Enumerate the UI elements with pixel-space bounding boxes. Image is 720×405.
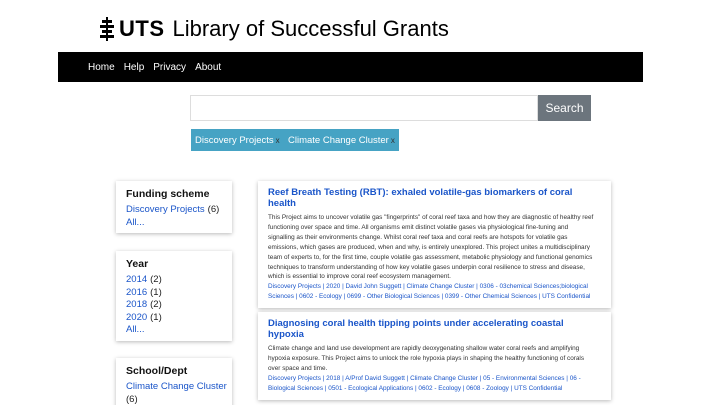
facet-all-link[interactable]: All... [126, 324, 144, 335]
facet-count: (1) [150, 286, 162, 298]
description-line: which is essential to improve coral reef… [268, 273, 451, 281]
result-card: Reef Breath Testing (RBT): exhaled volat… [258, 181, 611, 309]
facet-title: School/Dept [126, 365, 188, 377]
facet-count: (6) [207, 204, 220, 215]
tag-line[interactable]: Discovery Projects | 2020 | David John S… [268, 282, 601, 292]
remove-filter-icon[interactable]: x [276, 136, 280, 145]
description-line: team of experts to, for the first time, … [268, 253, 593, 261]
facet-link[interactable]: 2018 [126, 299, 147, 310]
description-line: functioning over space and time. All org… [268, 223, 569, 231]
facet-item: 2016 (1) [126, 287, 222, 300]
result-tags[interactable]: Discovery Projects | 2020 | David John S… [268, 282, 601, 302]
tag-line[interactable]: Discovery Projects | 2018 | A/Prof David… [268, 374, 601, 384]
tag-line[interactable]: Sciences | 0602 - Ecology | 0699 - Other… [268, 292, 601, 302]
tag-line[interactable]: Biological Sciences | 0501 - Ecological … [268, 384, 601, 394]
facet-link[interactable]: 2016 [126, 287, 147, 298]
facet-item: 2014 (2) [126, 274, 222, 287]
description-line: signalling as their environments change.… [268, 233, 568, 241]
filter-tag-climate-change-cluster[interactable]: Climate Change Cluster x [284, 129, 399, 151]
result-description: This Project aims to uncover volatile ga… [268, 213, 601, 282]
description-line: emissions, which gases are produced, whe… [268, 243, 590, 251]
nav-about[interactable]: About [195, 62, 221, 73]
facet-count: (2) [150, 299, 162, 310]
uts-logo-icon [100, 17, 114, 41]
facet-school-dept: School/Dept Climate Change Cluster (6) [116, 358, 232, 405]
facet-item: 2020 (1) [126, 312, 222, 325]
result-title[interactable]: Diagnosing coral health tipping points u… [268, 318, 601, 340]
facet-all-link[interactable]: All... [126, 217, 144, 228]
result-tags[interactable]: Discovery Projects | 2018 | A/Prof David… [268, 374, 601, 394]
nav-help[interactable]: Help [124, 62, 145, 73]
facet-count: (6) [126, 393, 138, 405]
logo-text: UTS [119, 16, 165, 41]
result-card: Diagnosing coral health tipping points u… [258, 312, 611, 400]
facet-item: Climate Change Cluster [126, 381, 227, 394]
facet-item: (6) [126, 394, 222, 405]
nav-home[interactable]: Home [88, 62, 115, 73]
result-description: Climate change and land use development … [268, 344, 601, 374]
description-line: Climate change and land use development … [268, 345, 580, 352]
facet-year: Year 2014 (2) 2016 (1) 2018 (2) 2020 (1) All… [116, 251, 232, 341]
description-line: hypoxia exposure. This Project aims to u… [268, 354, 585, 362]
description-line: over space and time. [268, 364, 328, 372]
remove-filter-icon[interactable]: x [391, 136, 395, 145]
description-line: This Project aims to uncover volatile ga… [268, 214, 594, 221]
facet-link[interactable]: 2020 [126, 312, 147, 323]
facet-link[interactable]: Climate Change Cluster [126, 381, 227, 392]
facet-funding-scheme: Funding scheme Discovery Projects (6) All… [116, 181, 232, 233]
facet-count: (1) [150, 311, 162, 323]
filter-tag-discovery-projects[interactable]: Discovery Projects x [191, 129, 284, 151]
facet-item: Discovery Projects (6) [126, 204, 222, 217]
search-input[interactable] [190, 95, 538, 121]
facet-count: (2) [150, 274, 162, 285]
facet-link[interactable]: Discovery Projects [126, 204, 205, 215]
facet-link[interactable]: 2014 [126, 274, 147, 285]
nav-privacy[interactable]: Privacy [153, 62, 186, 73]
result-title[interactable]: Reef Breath Testing (RBT): exhaled volat… [268, 187, 601, 209]
site-title: Library of Successful Grants [172, 16, 449, 41]
facet-title: Funding scheme [126, 188, 210, 200]
site-header: UTS Library of Successful Grants [100, 14, 449, 44]
filter-tag-label: Discovery Projects [195, 134, 274, 146]
facet-title: Year [126, 258, 149, 270]
filter-tag-label: Climate Change Cluster [288, 134, 389, 146]
facet-item: 2018 (2) [126, 299, 222, 312]
main-navbar: Home Help Privacy About [58, 52, 643, 82]
search-button[interactable]: Search [538, 95, 591, 121]
description-line: techniques to transform understanding of… [268, 263, 585, 271]
